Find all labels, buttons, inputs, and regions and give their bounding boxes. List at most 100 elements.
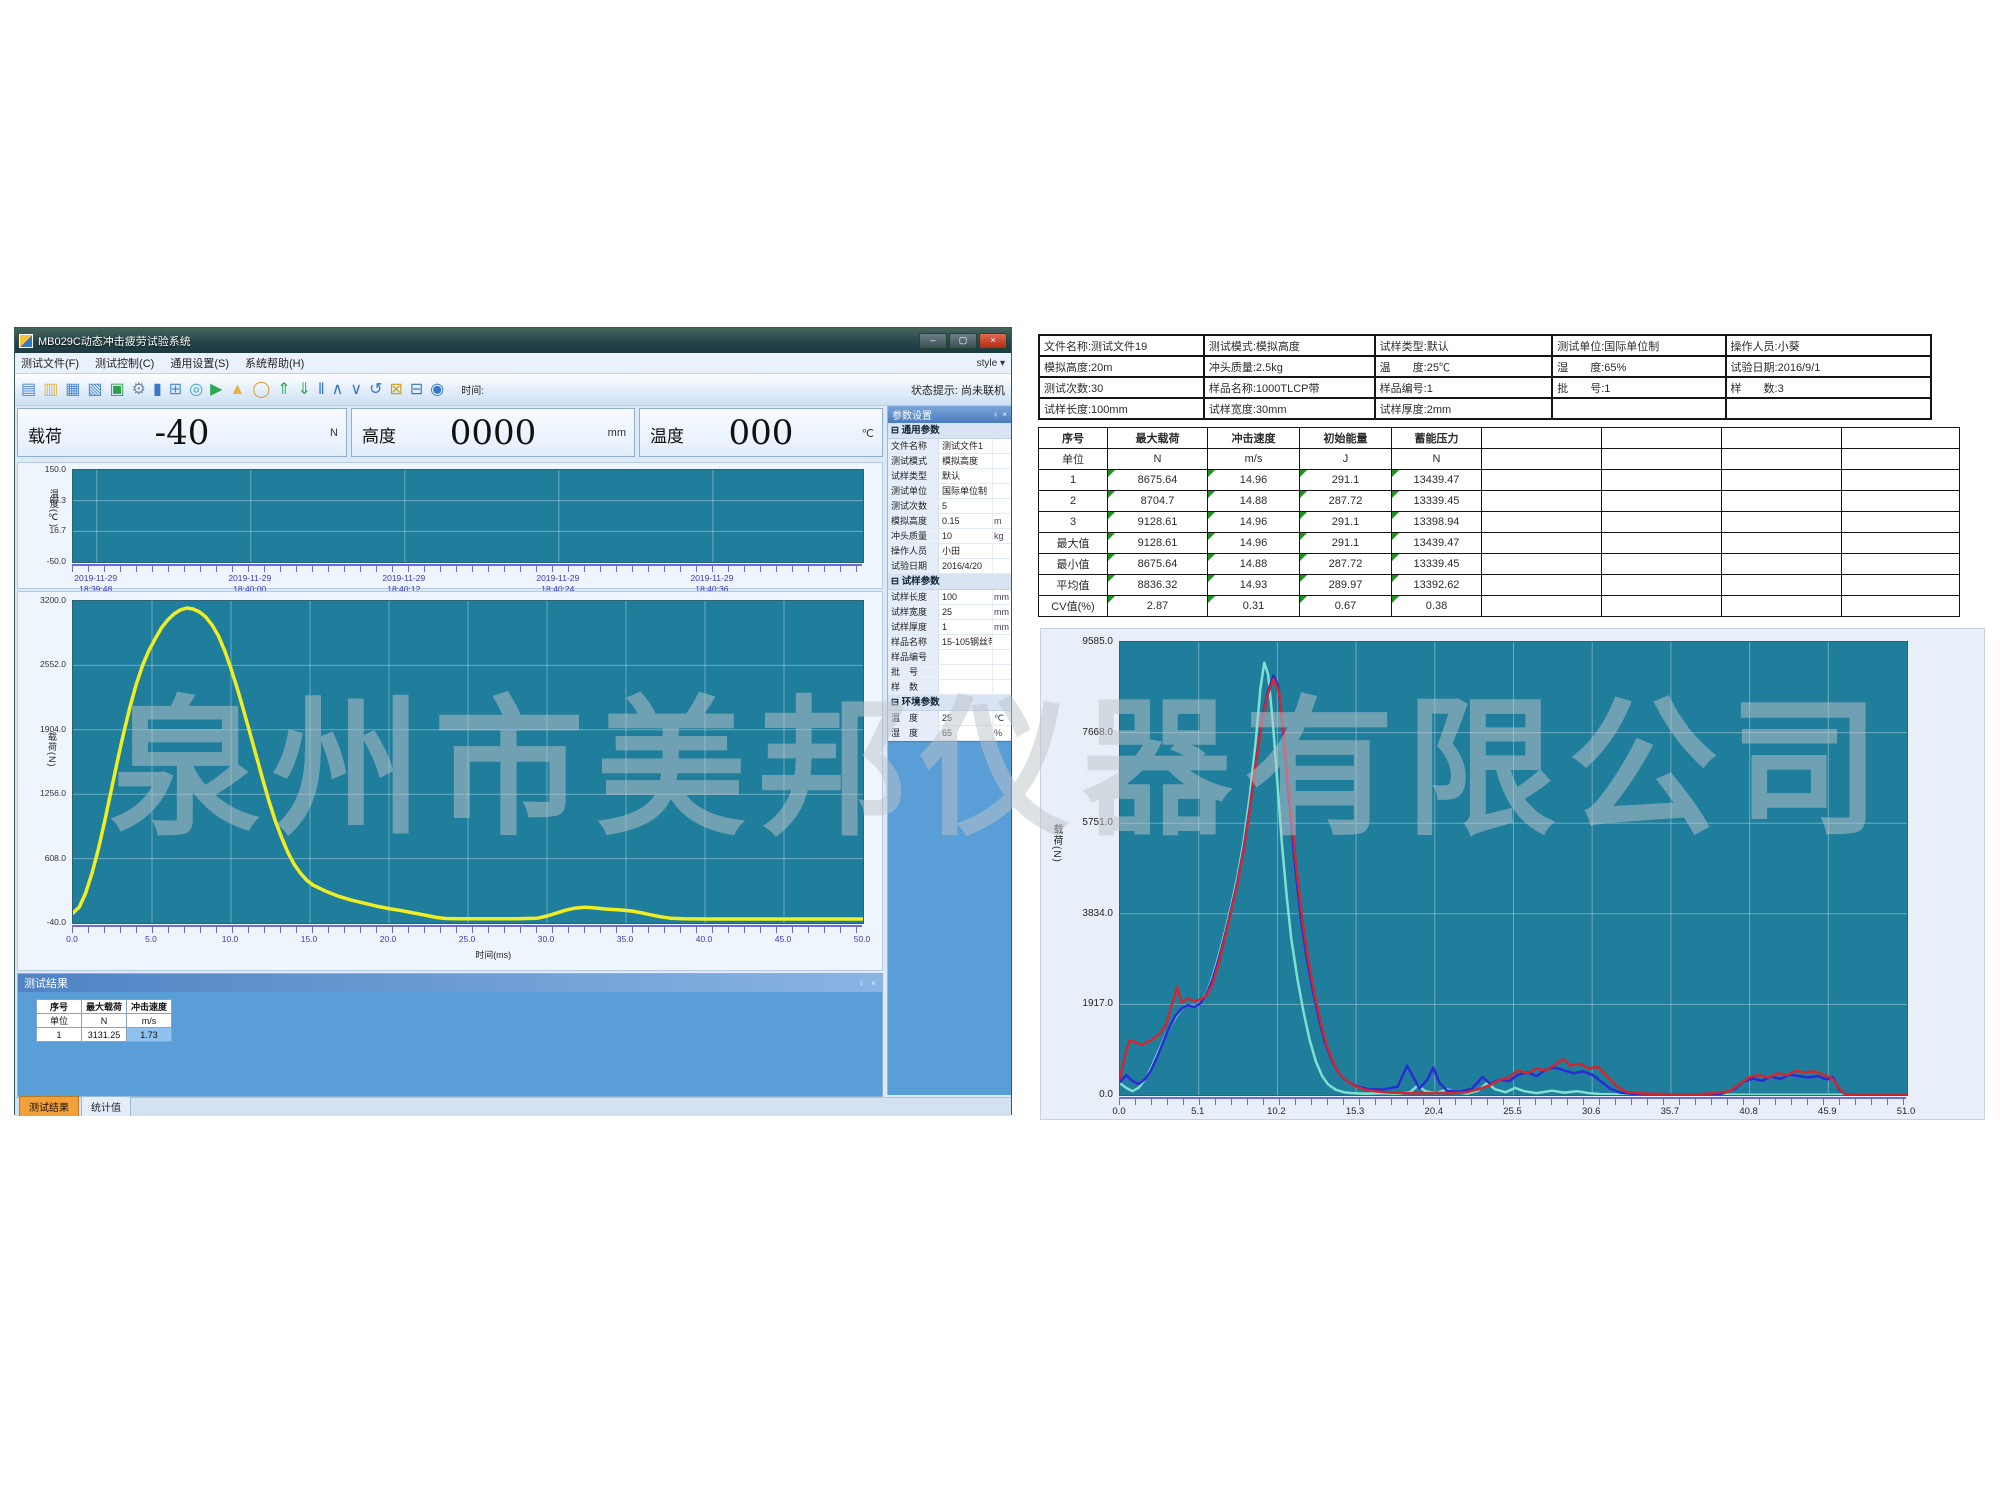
- monitor-config-icon[interactable]: ▣: [110, 381, 125, 398]
- param-value[interactable]: 模拟高度: [939, 454, 993, 468]
- report-chart: 载荷(N) 9585.07668.05751.03834.01917.00.0 …: [1040, 628, 1985, 1120]
- param-value[interactable]: 25: [939, 605, 993, 619]
- gear-icon[interactable]: ⚙: [132, 381, 146, 398]
- pin-icon[interactable]: ♀: [992, 410, 998, 419]
- info-cell: 试验日期:2016/9/1: [1726, 356, 1931, 377]
- close-icon[interactable]: ×: [871, 978, 876, 988]
- new-file-icon[interactable]: ▤: [21, 381, 36, 398]
- parameter-sidebar: 参数设置 ♀ × ⊟ 通用参数文件名称测试文件1测试模式模拟高度试样类型默认测试…: [887, 406, 1011, 1095]
- param-value[interactable]: 5: [939, 499, 993, 513]
- param-value[interactable]: 25: [939, 711, 993, 725]
- y-tick-label: -50.0: [20, 556, 66, 566]
- minimize-button[interactable]: –: [919, 333, 947, 349]
- save-icon[interactable]: ▦: [65, 381, 80, 398]
- power-icon[interactable]: ◉: [430, 381, 444, 398]
- param-value[interactable]: 2016/4/20: [939, 559, 993, 573]
- collapse-icon[interactable]: ∧: [332, 381, 344, 398]
- report-cell: 2.87: [1108, 596, 1208, 617]
- param-value[interactable]: 测试文件1: [939, 439, 993, 453]
- info-cell: 试样厚度:2mm: [1375, 398, 1553, 419]
- param-label: 测试次数: [888, 499, 939, 513]
- info-cell: 操作人员:小葵: [1726, 335, 1931, 356]
- save-as-icon[interactable]: ▧: [87, 381, 102, 398]
- param-value[interactable]: [939, 665, 993, 679]
- param-unit: [993, 484, 1011, 498]
- report-cell: 8675.64: [1108, 470, 1208, 491]
- x-tick-label: 10.0: [222, 934, 239, 945]
- chart-canvas: [73, 470, 863, 562]
- param-label: 湿 度: [888, 726, 939, 740]
- report-x-axis: [1119, 1097, 1906, 1105]
- sidebar-group-0[interactable]: ⊟ 通用参数: [888, 423, 1011, 439]
- report-cell: [1482, 449, 1602, 470]
- report-info-table: 文件名称:测试文件19测试模式:模拟高度试样类型:默认测试单位:国际单位制操作人…: [1038, 334, 1932, 420]
- param-value[interactable]: 1: [939, 620, 993, 634]
- expand-icon[interactable]: ∨: [350, 381, 362, 398]
- report-cell: [1722, 512, 1842, 533]
- param-value[interactable]: 默认: [939, 469, 993, 483]
- y-tick-label: 1904.0: [20, 724, 66, 734]
- menu-item-1[interactable]: 测试控制(C): [95, 358, 154, 370]
- menu-item-2[interactable]: 通用设置(S): [170, 358, 229, 370]
- undo-icon[interactable]: ↺: [369, 381, 382, 398]
- report-cell: 8704.7: [1108, 491, 1208, 512]
- report-table-icon[interactable]: ⊟: [410, 381, 423, 398]
- param-value[interactable]: [939, 680, 993, 694]
- report-cell: [1602, 596, 1722, 617]
- start-icon[interactable]: ▶: [210, 381, 222, 398]
- info-cell: 测试单位:国际单位制: [1552, 335, 1725, 356]
- close-button[interactable]: ×: [979, 333, 1007, 349]
- move-up-icon[interactable]: ⇑: [277, 381, 290, 398]
- info-cell: 冲头质量:2.5kg: [1204, 356, 1375, 377]
- lock-icon[interactable]: ⊠: [389, 381, 402, 398]
- grid-icon[interactable]: ⊞: [169, 381, 182, 398]
- display-1: 高度0000mm: [351, 408, 635, 457]
- sidebar-row: 文件名称测试文件1: [888, 439, 1011, 454]
- hammer-icon[interactable]: ▲: [229, 381, 245, 398]
- arc-icon[interactable]: ◯: [252, 381, 270, 398]
- param-value[interactable]: 100: [939, 590, 993, 604]
- tab-0[interactable]: 测试结果: [19, 1096, 79, 1116]
- param-value[interactable]: [939, 650, 993, 664]
- style-dropdown[interactable]: style ▾: [977, 358, 1005, 369]
- sidebar-group-1[interactable]: ⊟ 试样参数: [888, 574, 1011, 590]
- report-cell: 9128.61: [1108, 512, 1208, 533]
- gauge-icon[interactable]: ▮: [153, 381, 162, 398]
- param-value[interactable]: 15-105钢丝带: [939, 635, 993, 649]
- param-unit: [993, 454, 1011, 468]
- report-cell: 初始能量: [1300, 428, 1392, 449]
- pause-icon[interactable]: ‖: [318, 381, 325, 398]
- sidebar-group-2[interactable]: ⊟ 环境参数: [888, 695, 1011, 711]
- pin-icon[interactable]: ♀: [858, 978, 865, 988]
- x-tick-label: 5.1: [1191, 1106, 1204, 1118]
- param-label: 试样厚度: [888, 620, 939, 634]
- x-tick-label: 45.0: [775, 934, 792, 945]
- x-tick-label: 30.0: [538, 934, 555, 945]
- param-unit: [993, 544, 1011, 558]
- results-table: 序号最大载荷冲击速度单位Nm/s13131.251.73: [36, 999, 172, 1042]
- open-file-icon[interactable]: ▥: [43, 381, 58, 398]
- param-value[interactable]: 0.15: [939, 514, 993, 528]
- param-value[interactable]: 10: [939, 529, 993, 543]
- x-tick-label: 10.2: [1267, 1106, 1286, 1118]
- report-cell: 单位: [1039, 449, 1108, 470]
- report-cell: 最大值: [1039, 533, 1108, 554]
- report-cell: 13339.45: [1392, 554, 1482, 575]
- param-value[interactable]: 65: [939, 726, 993, 740]
- close-icon[interactable]: ×: [1002, 410, 1007, 419]
- tab-1[interactable]: 统计值: [81, 1096, 131, 1116]
- report-cell: 14.88: [1208, 554, 1300, 575]
- sidebar-title: 参数设置: [892, 407, 932, 422]
- param-value[interactable]: 小田: [939, 544, 993, 558]
- menu-item-0[interactable]: 测试文件(F): [21, 358, 79, 370]
- param-label: 试样长度: [888, 590, 939, 604]
- move-down-icon[interactable]: ⇓: [298, 381, 311, 398]
- report-cell: 287.72: [1300, 491, 1392, 512]
- param-label: 测试单位: [888, 484, 939, 498]
- results-panel-titlebar: 测试结果 ♀ ×: [18, 974, 882, 992]
- report-cell: [1842, 428, 1960, 449]
- target-icon[interactable]: ◎: [189, 381, 203, 398]
- menu-item-3[interactable]: 系统帮助(H): [245, 358, 304, 370]
- maximize-button[interactable]: ▢: [949, 333, 977, 349]
- param-value[interactable]: 国际单位制: [939, 484, 993, 498]
